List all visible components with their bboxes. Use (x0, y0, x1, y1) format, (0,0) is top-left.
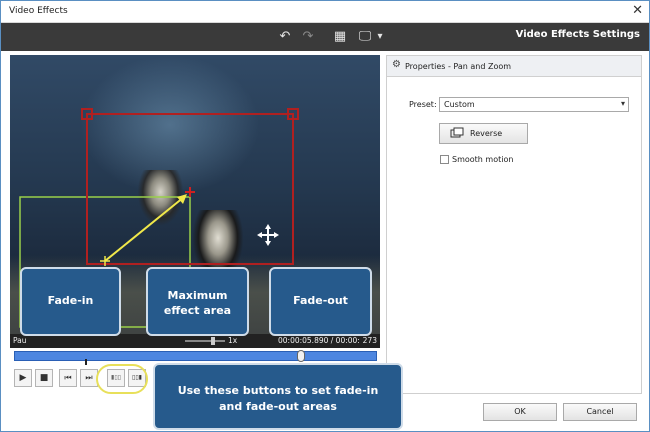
callout-fade-buttons: Use these buttons to set fade-in and fad… (153, 363, 403, 430)
status-left-text: Pau (13, 336, 27, 345)
zoom-level: 1x (228, 336, 238, 345)
panel-header: ⚙ Properties - Pan and Zoom (387, 56, 641, 77)
reverse-button[interactable]: Reverse (439, 123, 528, 144)
preset-value: Custom (444, 100, 475, 109)
zoom-slider[interactable] (185, 337, 225, 345)
reverse-label: Reverse (470, 129, 503, 138)
reverse-icon (450, 127, 464, 138)
previous-button[interactable]: ⏮ (59, 369, 77, 387)
properties-panel: ⚙ Properties - Pan and Zoom Preset: Cust… (386, 55, 642, 394)
preset-select[interactable]: Custom ▾ (439, 97, 629, 112)
callout-fade-out: Fade-out (269, 267, 372, 336)
cancel-button[interactable]: Cancel (563, 403, 637, 421)
callout-fade-in: Fade-in (20, 267, 121, 336)
preset-label: Preset: (409, 100, 437, 109)
frame-readout: 273 (362, 336, 377, 345)
gear-icon: ⚙ (392, 59, 401, 70)
timeline-knob[interactable] (297, 350, 305, 362)
chevron-down-icon: ▾ (620, 99, 625, 108)
timeline-bar[interactable] (14, 350, 377, 365)
smooth-motion-checkbox[interactable] (440, 155, 449, 164)
smooth-motion-label: Smooth motion (452, 155, 514, 164)
play-button[interactable]: ▶ (14, 369, 32, 387)
fade-buttons-highlight (96, 364, 148, 394)
video-effects-window: Video Effects ✕ ↶ ↷ ▦ 🖵 ▾ Video Effects … (0, 0, 650, 432)
move-cursor-icon (257, 224, 279, 246)
callout-max-effect: Maximum effect area (146, 267, 249, 336)
timeline-start-marker (85, 359, 87, 365)
stop-button[interactable]: ■ (35, 369, 53, 387)
panel-title: Properties - Pan and Zoom (405, 62, 512, 71)
video-status-bar: Pau 1x 00:00:05.890 / 00:00: 273 (10, 334, 380, 348)
time-readout: 00:00:05.890 / 00:00: (278, 336, 360, 345)
ok-button[interactable]: OK (483, 403, 557, 421)
